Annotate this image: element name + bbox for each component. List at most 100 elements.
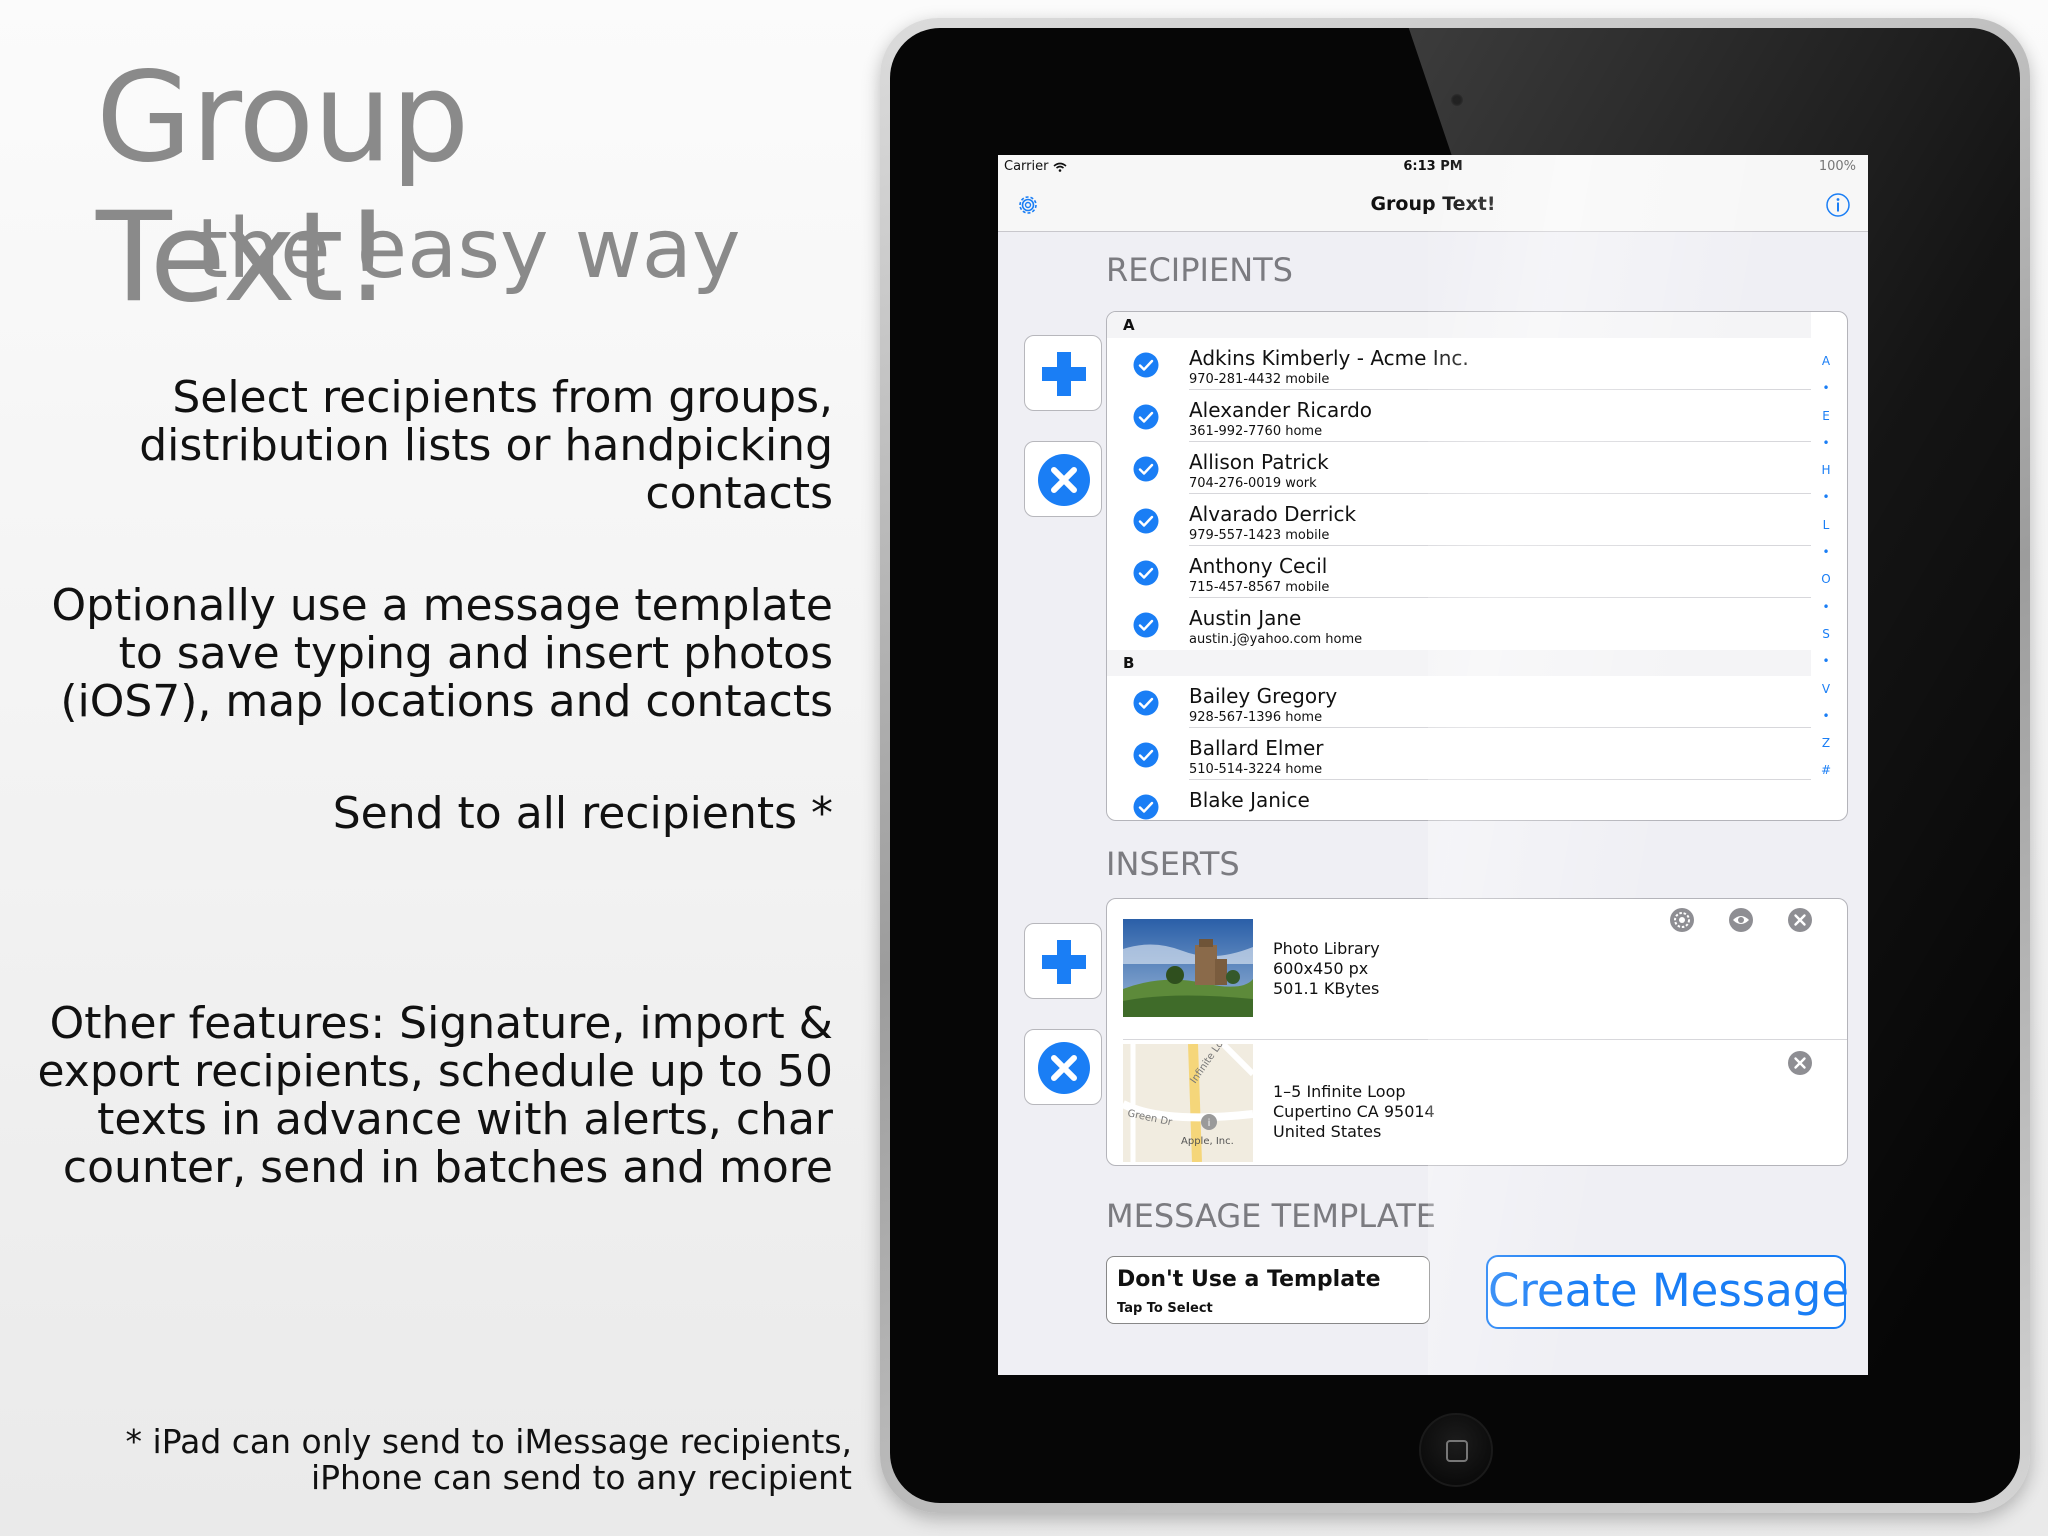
contact-row[interactable]: Alexander Ricardo 361-992-7760 home [1107,390,1811,442]
section-letter: A [1123,316,1135,334]
inserts-list: Photo Library 600x450 px 501.1 KBytes i … [1106,898,1848,1166]
section-index[interactable]: A • E • H • L • O • S • V • Z # [1817,348,1835,785]
contact-name: Allison Patrick [1189,450,1329,474]
address-line: United States [1273,1122,1382,1141]
index-dot[interactable]: • [1817,594,1835,621]
template-selector[interactable]: Don't Use a Template Tap To Select [1106,1256,1430,1324]
feature-other: Other features: Signature, import & expo… [13,1000,833,1192]
contact-name: Bailey Gregory [1189,684,1338,708]
contact-name: Blake Janice [1189,788,1310,812]
contact-detail: 715-457-8567 mobile [1189,580,1330,595]
recipients-heading: RECIPIENTS [1106,251,1293,289]
contact-name: Anthony Cecil [1189,554,1328,578]
add-recipients-button[interactable] [1024,335,1102,411]
index-letter[interactable]: L [1817,512,1835,539]
checkmark-icon[interactable] [1133,560,1159,586]
close-icon[interactable] [1787,907,1813,933]
nav-bar: Group Text! [998,179,1868,232]
close-circle-icon [1038,1042,1090,1094]
index-dot[interactable]: • [1817,484,1835,511]
eye-icon[interactable] [1728,907,1754,933]
footnote: * iPad can only send to iMessage recipie… [0,1424,852,1496]
close-circle-icon [1038,454,1090,506]
contact-detail: 979-557-1423 mobile [1189,528,1330,543]
clear-recipients-button[interactable] [1024,441,1102,517]
checkmark-icon[interactable] [1133,612,1159,638]
contact-detail: 510-514-3224 home [1189,762,1323,777]
contact-name: Alvarado Derrick [1189,502,1357,526]
inserts-heading: INSERTS [1106,845,1240,883]
contact-row[interactable]: Blake Janice [1107,780,1811,820]
contact-name: Austin Jane [1189,606,1302,630]
contact-detail: 704-276-0019 work [1189,476,1317,491]
map-thumbnail: i Infinite Loop Green Dr Apple, Inc. [1123,1044,1253,1162]
feature-line: distribution lists or handpicking [139,420,833,471]
contact-detail: 928-567-1396 home [1189,710,1323,725]
insert-photo[interactable]: Photo Library 600x450 px 501.1 KBytes [1107,899,1847,1040]
home-button[interactable] [1419,1413,1493,1487]
feature-recipients: Select recipients from groups, distribut… [13,374,833,518]
index-letter[interactable]: V [1817,676,1835,703]
index-letter[interactable]: # [1817,757,1835,784]
feature-send: Send to all recipients * [13,790,833,838]
index-dot[interactable]: • [1817,539,1835,566]
checkmark-icon[interactable] [1133,794,1159,820]
plus-icon [1042,940,1086,984]
footnote-line: * iPad can only send to iMessage recipie… [125,1422,852,1461]
contact-row[interactable]: Ballard Elmer 510-514-3224 home [1107,728,1811,780]
photo-source: Photo Library [1273,939,1380,958]
close-icon[interactable] [1787,1050,1813,1076]
gear-icon[interactable] [1669,907,1695,933]
address-info: 1–5 Infinite Loop Cupertino CA 95014 Uni… [1273,1082,1435,1142]
index-dot[interactable]: • [1817,375,1835,402]
contact-row[interactable]: Allison Patrick 704-276-0019 work [1107,442,1811,494]
index-letter[interactable]: H [1817,457,1835,484]
feature-line: Select recipients from groups, [172,372,833,423]
contact-detail: 970-281-4432 mobile [1189,372,1330,387]
index-letter[interactable]: O [1817,566,1835,593]
add-insert-button[interactable] [1024,923,1102,999]
checkmark-icon[interactable] [1133,352,1159,378]
feature-line: to save typing and insert photos [118,628,833,679]
template-subtitle: Tap To Select [1117,1301,1213,1316]
index-letter[interactable]: E [1817,403,1835,430]
feature-line: (iOS7), map locations and contacts [60,676,833,727]
index-dot[interactable]: • [1817,648,1835,675]
plus-icon [1042,352,1086,396]
contact-row[interactable]: Bailey Gregory 928-567-1396 home [1107,676,1811,728]
index-dot[interactable]: • [1817,430,1835,457]
camera [1450,93,1464,107]
contact-row[interactable]: Adkins Kimberly - Acme Inc. 970-281-4432… [1107,338,1811,390]
info-icon[interactable] [1824,191,1852,219]
clear-inserts-button[interactable] [1024,1029,1102,1105]
create-message-button[interactable]: Create Message [1486,1255,1849,1329]
address-line: Cupertino CA 95014 [1273,1102,1435,1121]
feature-line: counter, send in batches and more [62,1142,833,1193]
feature-template: Optionally use a message template to sav… [13,582,833,726]
contact-name: Adkins Kimberly - Acme Inc. [1189,346,1469,370]
index-dot[interactable]: • [1817,703,1835,730]
index-letter[interactable]: S [1817,621,1835,648]
checkmark-icon[interactable] [1133,742,1159,768]
checkmark-icon[interactable] [1133,404,1159,430]
status-time: 6:13 PM [1403,159,1463,174]
template-heading: MESSAGE TEMPLATE [1106,1197,1436,1235]
feature-line: export recipients, schedule up to 50 [37,1046,833,1097]
checkmark-icon[interactable] [1133,456,1159,482]
contact-name: Alexander Ricardo [1189,398,1373,422]
checkmark-icon[interactable] [1133,508,1159,534]
recipients-list[interactable]: A Adkins Kimberly - Acme Inc. 970-281-44… [1106,311,1848,821]
index-letter[interactable]: A [1817,348,1835,375]
contact-row[interactable]: Austin Jane austin.j@yahoo.com home [1107,598,1811,650]
photo-thumbnail [1123,919,1253,1017]
insert-map[interactable]: i Infinite Loop Green Dr Apple, Inc. 1–5… [1107,1040,1847,1165]
feature-line: Other features: Signature, import & [49,998,833,1049]
feature-line: Optionally use a message template [51,580,833,631]
feature-line: Send to all recipients * [332,788,833,839]
checkmark-icon[interactable] [1133,690,1159,716]
contact-row[interactable]: Alvarado Derrick 979-557-1423 mobile [1107,494,1811,546]
contact-name: Ballard Elmer [1189,736,1324,760]
index-letter[interactable]: Z [1817,730,1835,757]
nav-title: Group Text! [1370,193,1496,215]
contact-row[interactable]: Anthony Cecil 715-457-8567 mobile [1107,546,1811,598]
